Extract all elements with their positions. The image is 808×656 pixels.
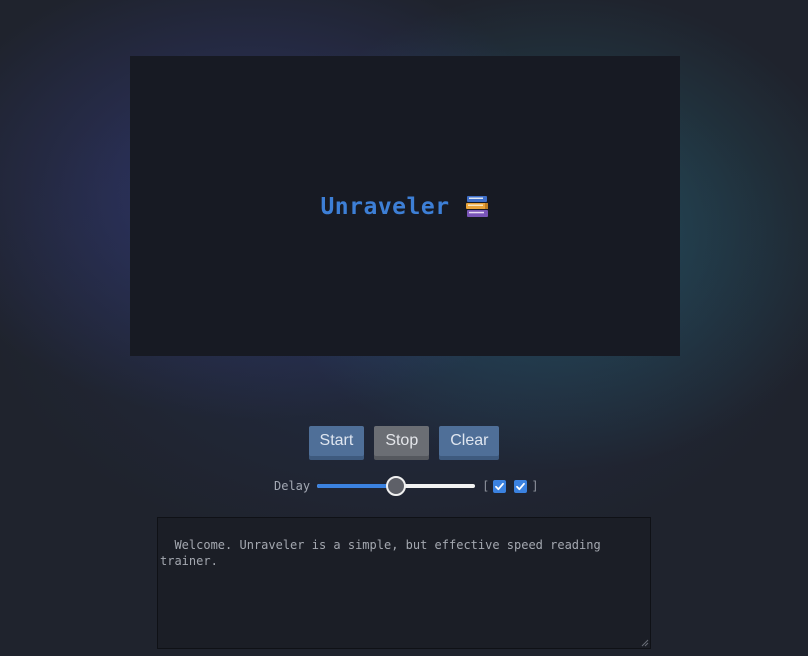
display-word-row: Unraveler [320, 194, 489, 220]
books-icon [464, 195, 490, 219]
delay-label: Delay [274, 479, 311, 493]
check-icon [516, 482, 526, 490]
text-input-area[interactable]: Welcome. Unraveler is a simple, but effe… [157, 517, 651, 649]
resize-grip-icon[interactable] [639, 637, 649, 647]
check-icon [495, 482, 505, 490]
clear-button[interactable]: Clear [439, 426, 500, 456]
start-button[interactable]: Start [308, 426, 365, 456]
display-word: Unraveler [320, 194, 450, 220]
option-checkbox-1[interactable] [493, 479, 507, 493]
text-input-value: Welcome. Unraveler is a simple, but effe… [160, 538, 608, 568]
bracket-open: [ [482, 479, 490, 493]
controls-row: Start Stop Clear [0, 426, 808, 456]
slider-fill [317, 484, 397, 488]
bracket-close: ] [531, 479, 539, 493]
option-checkbox-2[interactable] [514, 479, 528, 493]
delay-row: Delay [ ] [274, 476, 539, 496]
delay-slider[interactable] [316, 476, 476, 496]
stop-button[interactable]: Stop [374, 426, 430, 456]
slider-thumb[interactable] [386, 476, 407, 496]
reading-display: Unraveler [130, 56, 680, 356]
